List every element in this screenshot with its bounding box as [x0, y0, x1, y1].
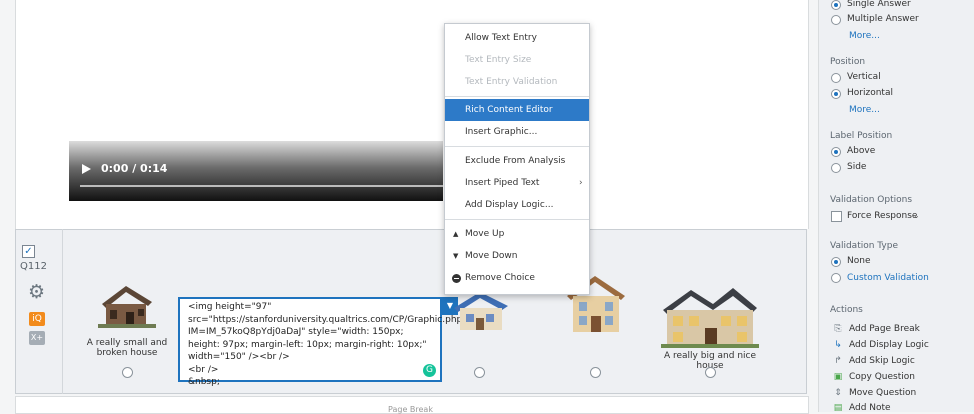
custom-validation-link[interactable]: Custom Validation	[847, 273, 929, 283]
label-above-radio[interactable]	[831, 147, 841, 157]
custom-validation-radio[interactable]	[831, 273, 841, 283]
menu-item-allow-text-entry[interactable]: Allow Text Entry	[445, 27, 589, 49]
single-answer-label[interactable]: Single Answer	[847, 0, 911, 9]
actions-heading: Actions	[830, 305, 863, 315]
play-icon[interactable]	[82, 164, 91, 174]
menu-item-text-entry-size: Text Entry Size	[465, 55, 532, 65]
single-answer-radio[interactable]	[831, 0, 841, 10]
validation-none-radio[interactable]	[831, 257, 841, 267]
question-select-checkbox[interactable]: ✓	[22, 245, 35, 258]
iq-icon[interactable]: iQ	[29, 312, 45, 326]
menu-item-exclude-from-analysis[interactable]: Exclude From Analysis	[445, 150, 589, 172]
menu-separator	[445, 96, 589, 97]
add-skip-logic-action[interactable]: Add Skip Logic	[849, 356, 915, 366]
choice-radio-1[interactable]	[122, 367, 133, 378]
label-above-label[interactable]: Above	[847, 146, 875, 156]
chevron-right-icon: ›	[579, 178, 583, 188]
x-plus-icon[interactable]: X+	[29, 331, 45, 345]
choice-context-menu: Allow Text Entry Text Entry Size Text En…	[444, 23, 590, 295]
menu-item-remove-choice[interactable]: Remove Choice	[445, 267, 589, 289]
add-display-logic-action[interactable]: Add Display Logic	[849, 340, 929, 350]
big-nice-house-image	[661, 288, 759, 348]
move-question-action[interactable]: Move Question	[849, 388, 916, 398]
validation-type-heading: Validation Type	[830, 241, 898, 251]
vertical-label[interactable]: Vertical	[847, 72, 881, 82]
label-side-radio[interactable]	[831, 163, 841, 173]
grammarly-icon[interactable]: G	[423, 364, 436, 377]
multiple-answer-radio[interactable]	[831, 15, 841, 25]
menu-item-insert-graphic[interactable]: Insert Graphic...	[445, 121, 589, 143]
menu-separator	[445, 146, 589, 147]
chevron-down-icon[interactable]: ⌄	[913, 211, 920, 220]
choice-radio-4[interactable]	[590, 367, 601, 378]
position-heading: Position	[830, 57, 866, 67]
choice-radio-3[interactable]	[474, 367, 485, 378]
page-break-label: Page Break	[388, 405, 433, 414]
add-page-break-action[interactable]: Add Page Break	[849, 324, 920, 334]
menu-item-rich-content-editor[interactable]: Rich Content Editor	[445, 99, 589, 121]
choice-label-1[interactable]: A really small and broken house	[74, 338, 180, 358]
display-logic-icon: ↳	[834, 340, 842, 350]
copy-icon: ▣	[833, 372, 843, 382]
menu-separator	[445, 219, 589, 220]
menu-item-move-up[interactable]: Move Up	[445, 223, 589, 245]
horizontal-label[interactable]: Horizontal	[847, 88, 893, 98]
menu-item-insert-piped-text[interactable]: Insert Piped Text	[445, 172, 589, 194]
move-icon: ⇕	[834, 388, 842, 398]
question-id: Q112	[20, 261, 47, 272]
page-break-icon: ⎘	[834, 324, 842, 334]
position-more-link[interactable]: More...	[849, 105, 880, 115]
menu-item-add-display-logic[interactable]: Add Display Logic...	[445, 194, 589, 216]
horizontal-radio[interactable]	[831, 89, 841, 99]
vertical-radio[interactable]	[831, 73, 841, 83]
force-response-checkbox[interactable]	[831, 211, 842, 222]
validation-options-heading: Validation Options	[830, 195, 913, 205]
validation-none-label[interactable]: None	[847, 256, 870, 266]
label-position-heading: Label Position	[830, 131, 893, 141]
answers-more-link[interactable]: More...	[849, 31, 880, 41]
rich-content-editor-input[interactable]: <img height="97" src="https://stanfordun…	[178, 297, 467, 387]
copy-question-action[interactable]: Copy Question	[849, 372, 915, 382]
video-time: 0:00 / 0:14	[101, 162, 168, 175]
skip-logic-icon: ↱	[834, 356, 842, 366]
menu-item-move-down[interactable]: Move Down	[445, 245, 589, 267]
force-response-label[interactable]: Force Response	[847, 211, 917, 221]
gear-icon[interactable]: ⚙	[28, 281, 45, 303]
multiple-answer-label[interactable]: Multiple Answer	[847, 14, 919, 24]
label-side-label[interactable]: Side	[847, 162, 866, 172]
menu-item-text-entry-validation: Text Entry Validation	[465, 77, 558, 87]
choice-radio-5[interactable]	[705, 367, 716, 378]
small-broken-house-image	[98, 286, 156, 328]
video-seek-bar[interactable]	[80, 185, 443, 187]
